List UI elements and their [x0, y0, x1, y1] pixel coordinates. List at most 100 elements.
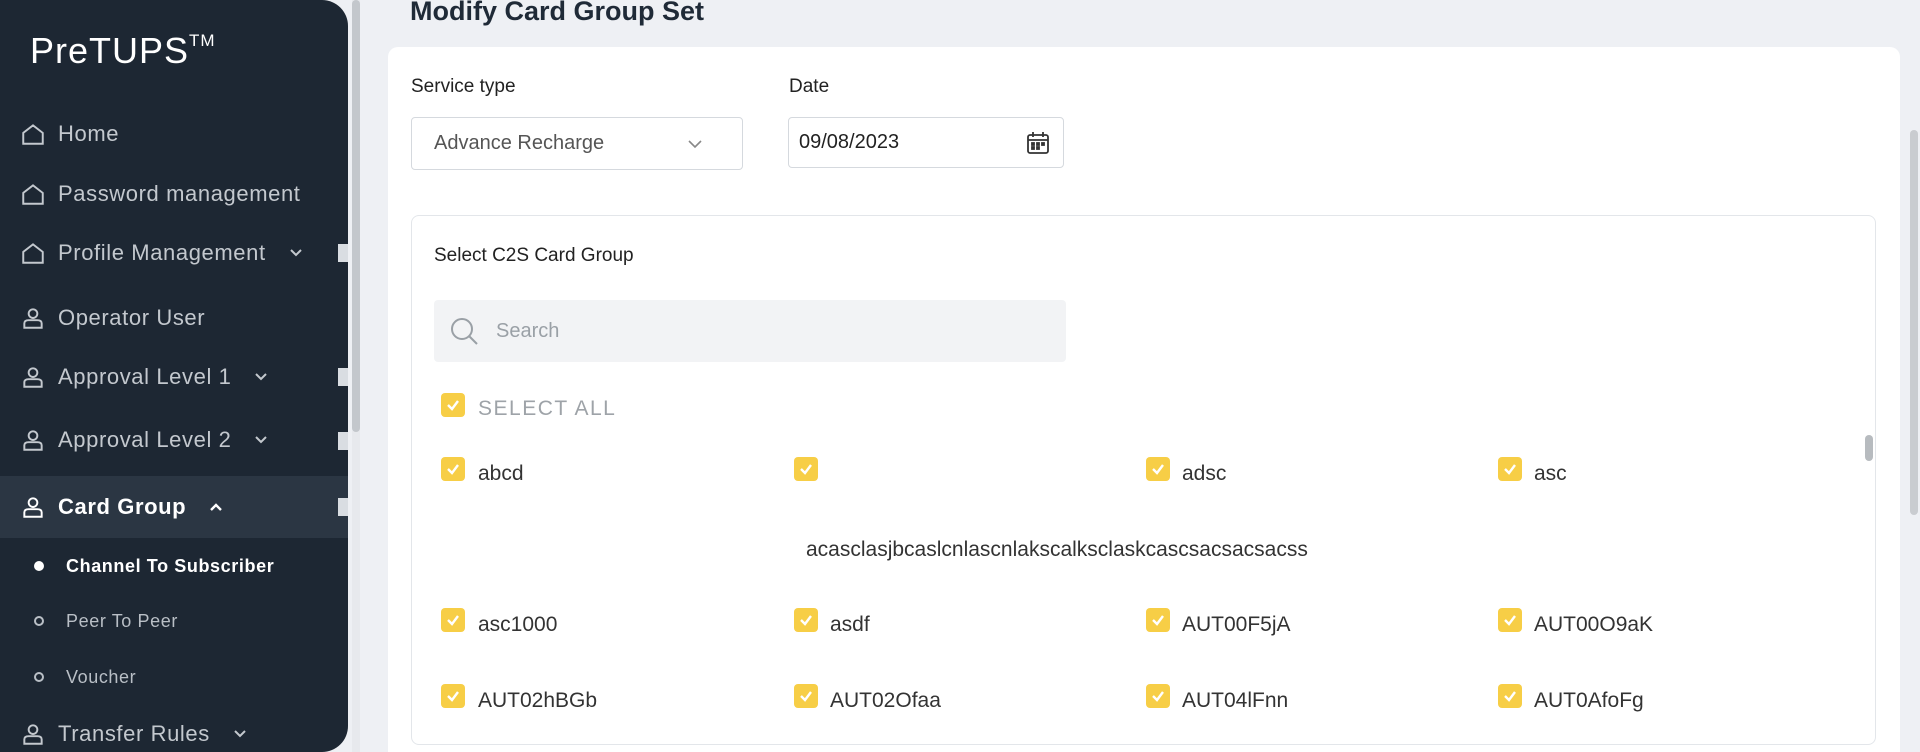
date-field[interactable]: 09/08/2023	[788, 117, 1064, 168]
card-group-label: AUT00F5jA	[1182, 613, 1291, 636]
chevron-down-icon	[253, 432, 269, 448]
check-icon	[1504, 691, 1516, 702]
sidebar-subitem-peer-to-peer[interactable]: Peer To Peer	[0, 595, 348, 647]
home-icon	[20, 240, 46, 266]
user-icon	[20, 364, 46, 390]
sidebar: PreTUPSTM Home Password management Profi…	[0, 0, 348, 752]
check-icon	[447, 400, 459, 411]
sidebar-item-profile-management[interactable]: Profile Management	[0, 222, 348, 284]
page-title: Modify Card Group Set	[410, 0, 705, 26]
sidebar-item-label: Approval Level 2	[58, 427, 232, 452]
chevron-down-icon	[288, 245, 304, 261]
check-icon	[1152, 615, 1164, 626]
sidebar-scrollbar-thumb[interactable]	[352, 0, 360, 432]
bullet-icon	[34, 561, 44, 571]
sidebar-item-card-group[interactable]: Card Group	[0, 476, 348, 538]
sidebar-marker	[338, 368, 348, 386]
card-group-title: Select C2S Card Group	[434, 245, 634, 266]
card-group-label: AUT02Ofaa	[830, 689, 941, 712]
chevron-down-icon	[232, 726, 248, 742]
sidebar-item-label: Home	[58, 121, 120, 146]
card-group-label: asdf	[830, 613, 870, 636]
sidebar-item-password-management[interactable]: Password management	[0, 163, 348, 225]
card-group-label: AUT0AfoFg	[1534, 689, 1644, 712]
date-value: 09/08/2023	[799, 131, 900, 153]
service-type-label: Service type	[411, 76, 516, 97]
sidebar-scrollbar[interactable]	[352, 0, 360, 752]
calendar-icon[interactable]	[1025, 130, 1051, 156]
card-group-panel	[411, 215, 1876, 745]
chevron-down-icon	[688, 140, 702, 149]
check-icon	[447, 691, 459, 702]
sidebar-subitem-channel-to-subscriber[interactable]: Channel To Subscriber	[0, 540, 348, 592]
sidebar-item-approval-level-2[interactable]: Approval Level 2	[0, 409, 348, 471]
card-group-label: acasclasjbcaslcnlascnlakscalksclaskcascs…	[806, 538, 1308, 561]
card-group-label: asc1000	[478, 613, 558, 636]
sidebar-item-label: Transfer Rules	[58, 721, 210, 746]
search-input[interactable]	[496, 319, 1036, 343]
check-icon	[800, 691, 812, 702]
check-icon	[1504, 615, 1516, 626]
page-scrollbar-thumb[interactable]	[1910, 130, 1918, 515]
user-icon	[20, 721, 46, 747]
sidebar-subitem-label: Peer To Peer	[66, 610, 178, 631]
select-all-label: SELECT ALL	[478, 397, 617, 420]
sidebar-item-label: Password management	[58, 181, 301, 206]
check-icon	[800, 615, 812, 626]
card-group-label: AUT02hBGb	[478, 689, 598, 712]
sidebar-marker	[338, 432, 348, 450]
card-group-checkbox[interactable]	[1146, 457, 1170, 481]
card-group-checkbox[interactable]	[794, 608, 818, 632]
check-icon	[1152, 464, 1164, 475]
search-icon	[451, 318, 478, 345]
card-group-checkbox[interactable]	[441, 684, 465, 708]
card-group-label: abcd	[478, 462, 524, 485]
sidebar-item-label: Profile Management	[58, 240, 266, 265]
card-group-checkbox[interactable]	[1498, 608, 1522, 632]
check-icon	[1504, 464, 1516, 475]
service-type-select[interactable]: Advance Recharge	[411, 117, 743, 170]
card-group-scrollbar-thumb[interactable]	[1865, 435, 1873, 461]
sidebar-subitem-label: Voucher	[66, 666, 137, 687]
sidebar-item-home[interactable]: Home	[0, 103, 348, 165]
card-group-label: asc	[1534, 462, 1567, 485]
sidebar-subitem-voucher[interactable]: Voucher	[0, 651, 348, 703]
card-group-checkbox[interactable]	[441, 457, 465, 481]
card-group-label: AUT04lFnn	[1182, 689, 1289, 712]
card-group-checkbox[interactable]	[1146, 608, 1170, 632]
chevron-down-icon	[253, 369, 269, 385]
bullet-icon	[34, 616, 44, 626]
brand-logo: PreTUPSTM	[30, 30, 216, 71]
sidebar-item-label: Operator User	[58, 305, 206, 330]
sidebar-item-label: Approval Level 1	[58, 364, 232, 389]
card-group-checkbox[interactable]	[794, 457, 818, 481]
card-group-checkbox[interactable]	[1498, 457, 1522, 481]
chevron-up-icon	[208, 499, 224, 515]
search-box[interactable]	[434, 300, 1066, 362]
sidebar-item-operator-user[interactable]: Operator User	[0, 287, 348, 349]
sidebar-subitem-label: Channel To Subscriber	[66, 555, 275, 576]
date-label: Date	[789, 76, 830, 97]
sidebar-item-label: Card Group	[58, 494, 187, 519]
card-group-checkbox[interactable]	[794, 684, 818, 708]
user-icon	[20, 305, 46, 331]
sidebar-marker	[338, 244, 348, 262]
home-icon	[20, 121, 46, 147]
check-icon	[1152, 691, 1164, 702]
home-icon	[20, 181, 46, 207]
check-icon	[447, 464, 459, 475]
user-icon	[20, 494, 46, 520]
user-icon	[20, 427, 46, 453]
sidebar-marker	[338, 498, 348, 516]
sidebar-item-transfer-rules[interactable]: Transfer Rules	[0, 703, 348, 752]
select-all-checkbox[interactable]	[441, 393, 465, 417]
service-type-value: Advance Recharge	[434, 132, 605, 154]
card-group-checkbox[interactable]	[441, 608, 465, 632]
card-group-label: AUT00O9aK	[1534, 613, 1654, 636]
bullet-icon	[34, 672, 44, 682]
sidebar-item-approval-level-1[interactable]: Approval Level 1	[0, 346, 348, 408]
card-group-label: adsc	[1182, 462, 1227, 485]
check-icon	[447, 615, 459, 626]
card-group-checkbox[interactable]	[1146, 684, 1170, 708]
card-group-checkbox[interactable]	[1498, 684, 1522, 708]
